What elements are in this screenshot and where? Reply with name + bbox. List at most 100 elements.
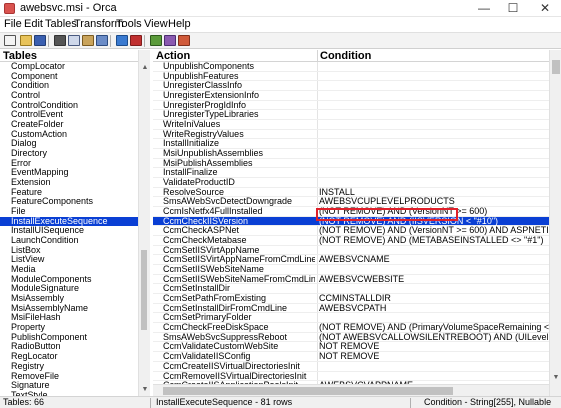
table-row[interactable]: CcmSetIISWebSiteNameFromCmdLine AWEBSVCWE… <box>153 274 549 285</box>
rows-horizontal-scrollbar[interactable] <box>153 384 549 396</box>
table-row[interactable]: CcmSetIISVirtAppName <box>153 245 549 256</box>
table-row[interactable]: CcmSetInstallDirFromCmdLine AWEBSVCPATH <box>153 303 549 314</box>
action-cell[interactable]: ValidateProductID <box>163 178 315 188</box>
menu-help[interactable]: Help <box>168 18 191 30</box>
table-row[interactable]: UnregisterProgIdInfo <box>153 100 549 111</box>
action-cell[interactable]: WriteRegistryValues <box>163 130 315 140</box>
table-row[interactable]: UnregisterExtensionInfo <box>153 91 549 101</box>
drop-row-icon[interactable] <box>130 35 142 46</box>
action-cell[interactable]: UnregisterClassInfo <box>163 81 315 91</box>
scroll-up-icon[interactable]: ▲ <box>141 64 147 72</box>
table-row[interactable]: CcmCheckFreeDiskSpace (NOT REMOVE) AND (P… <box>153 323 549 333</box>
table-row[interactable]: MsiPublishAssemblies <box>153 158 549 169</box>
action-cell[interactable]: InstallInitialize <box>163 139 315 149</box>
table-row[interactable]: CcmCheckASPNet (NOT REMOVE) AND (VersionN… <box>153 226 549 237</box>
rows-scroll-thumb[interactable] <box>552 60 560 74</box>
add-row-icon[interactable] <box>116 35 128 46</box>
action-cell[interactable]: SmsAWebSvcSuppressReboot <box>163 333 315 343</box>
table-row[interactable]: WriteIniValues <box>153 120 549 130</box>
table-row[interactable]: InstallFinalize <box>153 168 549 179</box>
tables-scroll-thumb[interactable] <box>141 250 147 330</box>
table-row[interactable]: SmsAWebSvcSuppressReboot (NOT AWEBSVCALLO… <box>153 332 549 343</box>
table-row[interactable]: WriteRegistryValues <box>153 129 549 140</box>
action-cell[interactable]: UnpublishFeatures <box>163 72 315 82</box>
condition-cell[interactable]: (NOT REMOVE) AND (PrimaryVolumeSpaceRema… <box>319 323 549 333</box>
action-cell[interactable]: MsiPublishAssemblies <box>163 159 315 169</box>
action-cell[interactable]: CcmIsNetfx4FullInstalled <box>163 207 315 217</box>
condition-cell[interactable]: NOT REMOVE <box>319 352 549 362</box>
menu-view[interactable]: View <box>144 18 168 30</box>
table-row[interactable]: CcmValidateCustomWebSite NOT REMOVE <box>153 342 549 353</box>
action-cell[interactable]: CcmRemoveIISVirtualDirectoriesInit <box>163 372 315 382</box>
action-cell[interactable]: CcmSetIISVirtAppName <box>163 246 315 256</box>
table-row[interactable]: CcmRemoveIISVirtualDirectoriesInit <box>153 371 549 382</box>
action-cell[interactable]: CcmSetIISVirtAppNameFromCmdLine <box>163 255 315 265</box>
condition-cell[interactable]: INSTALL <box>319 188 549 198</box>
condition-cell[interactable]: AWEBSVCWEBSITE <box>319 275 549 285</box>
action-cell[interactable]: ResolveSource <box>163 188 315 198</box>
table-row[interactable]: CcmSetIISVirtAppNameFromCmdLine AWEBSVCNA… <box>153 255 549 266</box>
table-row[interactable]: ResolveSource INSTALL <box>153 187 549 198</box>
action-cell[interactable]: CcmSetPathFromExisting <box>163 294 315 304</box>
table-row[interactable]: UnpublishFeatures <box>153 71 549 82</box>
condition-cell[interactable]: AWEBSVCPATH <box>319 304 549 314</box>
minimize-button[interactable]: — <box>470 0 498 17</box>
table-row[interactable]: CcmCreateIISVirtualDirectoriesInit <box>153 361 549 372</box>
column-header-condition[interactable]: Condition <box>320 50 371 62</box>
action-cell[interactable]: UnregisterExtensionInfo <box>163 91 315 101</box>
action-cell[interactable]: InstallFinalize <box>163 168 315 178</box>
condition-cell[interactable]: (NOT REMOVE) AND (METABASEINSTALLED <> "… <box>319 236 549 246</box>
close-button[interactable]: ✕ <box>529 0 561 17</box>
table-row[interactable]: MsiUnpublishAssemblies <box>153 149 549 159</box>
menu-file[interactable]: File <box>4 18 22 30</box>
menu-edit[interactable]: Edit <box>24 18 43 30</box>
action-cell[interactable]: CcmCreateIISVirtualDirectoriesInit <box>163 362 315 372</box>
action-cell[interactable]: CcmSetIISWebSiteNameFromCmdLine <box>163 275 315 285</box>
table-row[interactable]: ValidateProductID <box>153 178 549 188</box>
condition-cell[interactable]: (NOT AWEBSVCALLOWSILENTREBOOT) AND (UILe… <box>319 333 549 343</box>
copy-icon[interactable] <box>68 35 80 46</box>
action-cell[interactable]: CcmSetPrimaryFolder <box>163 313 315 323</box>
table-row[interactable]: UnregisterTypeLibraries <box>153 110 549 121</box>
action-cell[interactable]: CcmCheckIISVersion <box>163 217 315 227</box>
find-icon[interactable] <box>96 35 108 46</box>
new-icon[interactable] <box>4 35 16 46</box>
action-cell[interactable]: CcmCheckASPNet <box>163 226 315 236</box>
save-icon[interactable] <box>34 35 46 46</box>
action-cell[interactable]: UnregisterTypeLibraries <box>163 110 315 120</box>
action-cell[interactable]: UnpublishComponents <box>163 62 315 72</box>
condition-cell[interactable]: AWEBSVCUPLEVELPRODUCTS <box>319 197 549 207</box>
column-header-action[interactable]: Action <box>156 50 190 62</box>
action-cell[interactable]: CcmSetInstallDir <box>163 284 315 294</box>
action-cell[interactable]: CcmValidateIISConfig <box>163 352 315 362</box>
paste-icon[interactable] <box>82 35 94 46</box>
table-row[interactable]: CcmSetIISWebSiteName <box>153 265 549 275</box>
action-cell[interactable]: UnregisterProgIdInfo <box>163 101 315 111</box>
validate-icon[interactable] <box>150 35 162 46</box>
scroll-down-icon[interactable]: ▼ <box>141 386 147 394</box>
table-row[interactable]: CcmValidateIISConfig NOT REMOVE <box>153 352 549 362</box>
cut-icon[interactable] <box>54 35 66 46</box>
table-row[interactable]: InstallInitialize <box>153 139 549 150</box>
maximize-button[interactable]: ☐ <box>499 0 527 17</box>
table-row[interactable]: CcmCheckMetabase (NOT REMOVE) AND (METABA… <box>153 236 549 246</box>
condition-cell[interactable]: (NOT REMOVE) AND (VersionNT >= 600) AND … <box>319 226 549 236</box>
add-table-icon[interactable] <box>164 35 176 46</box>
tables-scrollbar[interactable]: ▲ ▼ <box>138 50 147 396</box>
action-cell[interactable]: CcmValidateCustomWebSite <box>163 342 315 352</box>
condition-cell[interactable]: NOT REMOVE <box>319 342 549 352</box>
condition-cell[interactable]: CCMINSTALLDIR <box>319 294 549 304</box>
action-cell[interactable]: WriteIniValues <box>163 120 315 130</box>
table-row[interactable]: SmsAWebSvcDetectDowngrade AWEBSVCUPLEVELP… <box>153 197 549 208</box>
open-icon[interactable] <box>20 35 32 46</box>
action-cell[interactable]: CcmSetInstallDirFromCmdLine <box>163 304 315 314</box>
horizontal-scroll-thumb[interactable] <box>163 387 453 395</box>
condition-cell[interactable]: AWEBSVCNAME <box>319 255 549 265</box>
rows-vertical-scrollbar[interactable]: ▲ ▼ <box>549 50 561 396</box>
action-cell[interactable]: CcmSetIISWebSiteName <box>163 265 315 275</box>
drop-table-icon[interactable] <box>178 35 190 46</box>
table-row[interactable]: UnpublishComponents <box>153 62 549 72</box>
action-cell[interactable]: MsiUnpublishAssemblies <box>163 149 315 159</box>
table-row[interactable]: CcmSetPathFromExisting CCMINSTALLDIR <box>153 294 549 304</box>
action-cell[interactable]: CcmCheckFreeDiskSpace <box>163 323 315 333</box>
